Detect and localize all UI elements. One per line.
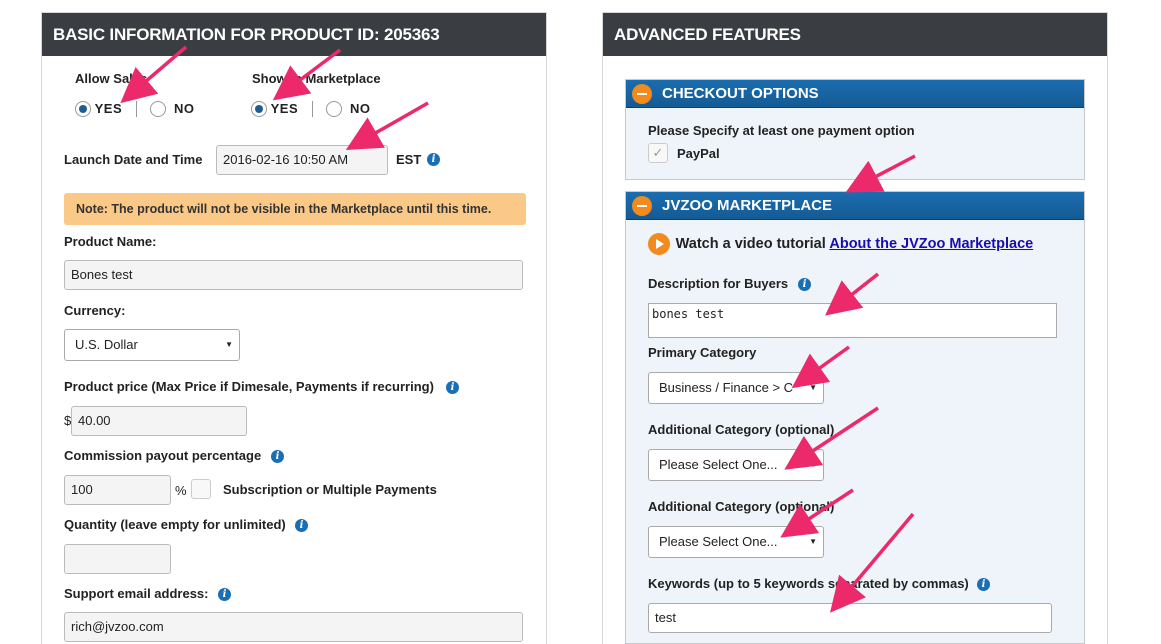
allow-sales-yes-radio[interactable] — [75, 100, 91, 117]
allow-sales-radio-group: YES NO — [75, 100, 195, 117]
allow-sales-label: Allow Sales — [75, 71, 148, 86]
description-textarea[interactable]: bones test — [648, 303, 1057, 338]
radio-separator — [135, 100, 137, 117]
price-label: Product price (Max Price if Dimesale, Pa… — [64, 379, 434, 394]
allow-sales-yes-label: YES — [94, 101, 123, 117]
jvzoo-marketplace-title: JVZOO MARKETPLACE — [662, 197, 833, 214]
primary-category-select[interactable]: Business / Finance > C ▼ — [648, 372, 824, 404]
allow-sales-no-radio[interactable] — [150, 100, 167, 117]
product-name-label: Product Name: — [64, 234, 157, 249]
info-icon[interactable]: i — [427, 153, 440, 166]
quantity-input[interactable] — [64, 544, 171, 574]
video-tutorial-row: Watch a video tutorial About the JVZoo M… — [648, 233, 1033, 255]
additional-category-value-1: Please Select One... — [659, 457, 778, 472]
additional-category-label-2: Additional Category (optional) — [648, 499, 835, 514]
info-icon[interactable]: i — [446, 381, 459, 394]
subscription-label: Subscription or Multiple Payments — [223, 482, 437, 497]
basic-info-header: BASIC INFORMATION FOR PRODUCT ID: 205363 — [42, 13, 546, 56]
dropdown-arrow-icon: ▼ — [809, 373, 817, 403]
show-marketplace-radio-group: YES NO — [251, 100, 371, 117]
info-icon[interactable]: i — [295, 519, 308, 532]
show-marketplace-yes-radio[interactable] — [251, 100, 267, 117]
payment-instruction: Please Specify at least one payment opti… — [648, 123, 915, 138]
currency-select[interactable]: U.S. Dollar ▼ — [64, 329, 240, 361]
description-label: Description for Buyers — [648, 276, 789, 291]
show-marketplace-no-radio[interactable] — [326, 100, 343, 117]
product-name-input[interactable]: Bones test — [64, 260, 523, 290]
show-marketplace-label: Show in Marketplace — [252, 71, 381, 86]
keywords-label: Keywords (up to 5 keywords separated by … — [648, 576, 969, 591]
price-input[interactable]: 40.00 — [71, 406, 247, 436]
dropdown-arrow-icon: ▼ — [809, 460, 817, 469]
launch-date-label: Launch Date and Time — [64, 152, 203, 167]
primary-category-label: Primary Category — [648, 345, 757, 360]
advanced-features-header: ADVANCED FEATURES — [603, 13, 1107, 56]
dropdown-arrow-icon: ▼ — [225, 340, 233, 349]
timezone-label: EST — [396, 152, 422, 167]
info-icon[interactable]: i — [977, 578, 990, 591]
jvzoo-marketplace-header[interactable]: JVZOO MARKETPLACE — [626, 192, 1084, 220]
keywords-input[interactable]: test — [648, 603, 1052, 633]
quantity-label: Quantity (leave empty for unlimited) — [64, 517, 286, 532]
video-tutorial-prefix: Watch a video tutorial — [675, 236, 826, 252]
checkout-options-title: CHECKOUT OPTIONS — [662, 85, 819, 102]
paypal-label: PayPal — [677, 146, 720, 161]
radio-separator — [311, 100, 313, 117]
minus-circle-icon[interactable] — [632, 196, 652, 216]
checkout-options-header[interactable]: CHECKOUT OPTIONS — [626, 80, 1084, 108]
video-tutorial-link[interactable]: About the JVZoo Marketplace — [829, 236, 1033, 252]
info-icon[interactable]: i — [798, 278, 811, 291]
play-icon[interactable] — [648, 233, 670, 255]
currency-label: Currency: — [64, 303, 126, 318]
additional-category-select-2[interactable]: Please Select One... ▼ — [648, 526, 824, 558]
marketplace-visibility-note: Note: The product will not be visible in… — [64, 193, 526, 225]
currency-select-value: U.S. Dollar — [75, 337, 138, 352]
commission-label: Commission payout percentage — [64, 448, 262, 463]
support-email-label: Support email address: — [64, 586, 209, 601]
primary-category-value: Business / Finance > C — [659, 380, 794, 395]
launch-date-input[interactable]: 2016-02-16 10:50 AM — [216, 145, 388, 175]
show-marketplace-yes-label: YES — [270, 101, 299, 117]
show-marketplace-no-label: NO — [350, 101, 371, 117]
info-icon[interactable]: i — [218, 588, 231, 601]
percent-sign: % — [175, 483, 187, 498]
additional-category-label-1: Additional Category (optional) — [648, 422, 835, 437]
info-icon[interactable]: i — [271, 450, 284, 463]
subscription-checkbox[interactable] — [191, 479, 211, 499]
paypal-checkbox[interactable]: ✓ — [648, 143, 668, 163]
dropdown-arrow-icon: ▼ — [809, 537, 817, 546]
additional-category-select-1[interactable]: Please Select One... ▼ — [648, 449, 824, 481]
support-email-input[interactable]: rich@jvzoo.com — [64, 612, 523, 642]
additional-category-value-2: Please Select One... — [659, 534, 778, 549]
minus-circle-icon[interactable] — [632, 84, 652, 104]
commission-input[interactable]: 100 — [64, 475, 171, 505]
allow-sales-no-label: NO — [174, 101, 195, 117]
